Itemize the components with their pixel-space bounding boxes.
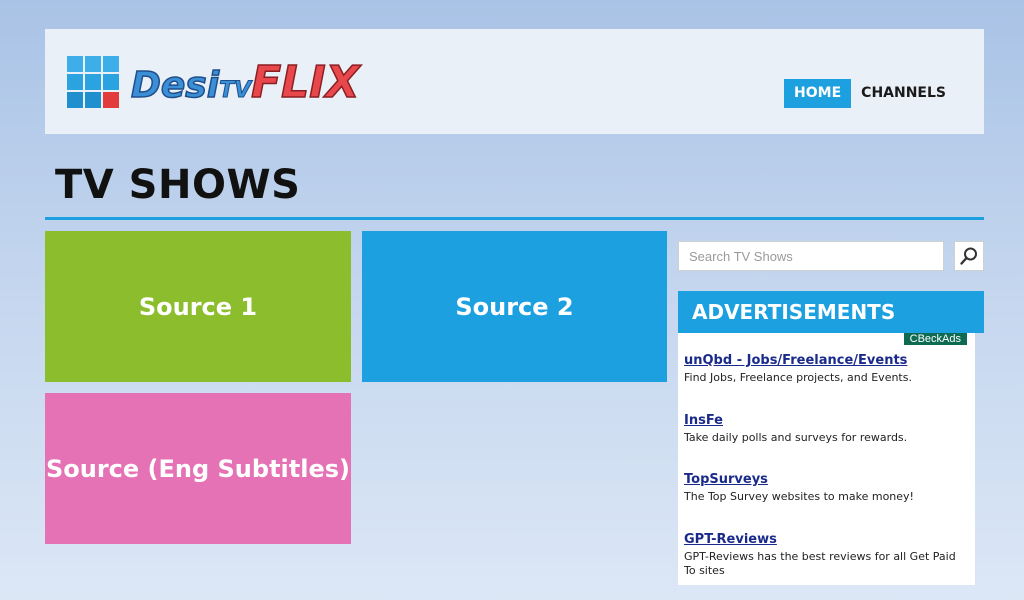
ads-panel: CBeckAds unQbd - Jobs/Freelance/Events F… — [678, 333, 975, 585]
search-button[interactable] — [954, 241, 984, 271]
source-1-tile[interactable]: Source 1 — [45, 231, 351, 382]
advertisements-heading: ADVERTISEMENTS — [678, 291, 984, 333]
ad-item: unQbd - Jobs/Freelance/Events Find Jobs,… — [684, 353, 969, 385]
ad-item: GPT-Reviews GPT-Reviews has the best rev… — [684, 532, 969, 578]
ad-description: GPT-Reviews has the best reviews for all… — [684, 550, 956, 577]
site-header: DesiTVFLIX HOME CHANNELS — [45, 29, 984, 134]
ad-description: Take daily polls and surveys for rewards… — [684, 431, 908, 444]
windows-logo-icon — [67, 56, 121, 110]
brand-wordmark: DesiTVFLIX — [130, 60, 360, 106]
brand-flix: FLIX — [250, 57, 360, 108]
brand-tv: TV — [219, 78, 252, 103]
ad-link-topsurveys[interactable]: TopSurveys — [684, 472, 969, 487]
search-icon — [960, 247, 977, 265]
page-title: TV SHOWS — [55, 162, 301, 208]
ad-provider-badge[interactable]: CBeckAds — [903, 333, 967, 345]
ad-item: InsFe Take daily polls and surveys for r… — [684, 413, 969, 445]
ad-link-unqbd[interactable]: unQbd - Jobs/Freelance/Events — [684, 353, 969, 368]
source-eng-subtitles-tile[interactable]: Source (Eng Subtitles) — [45, 393, 351, 544]
nav-home[interactable]: HOME — [784, 79, 852, 108]
search-input[interactable] — [678, 241, 944, 271]
source-2-tile[interactable]: Source 2 — [362, 231, 667, 382]
brand-desi: Desi — [130, 65, 220, 106]
ad-link-gpt-reviews[interactable]: GPT-Reviews — [684, 532, 969, 547]
ad-description: The Top Survey websites to make money! — [684, 490, 914, 503]
ad-link-insfe[interactable]: InsFe — [684, 413, 969, 428]
site-logo[interactable]: DesiTVFLIX — [67, 53, 360, 113]
nav-channels[interactable]: CHANNELS — [851, 79, 956, 108]
title-divider — [45, 217, 984, 220]
ad-item: TopSurveys The Top Survey websites to ma… — [684, 472, 969, 504]
ad-description: Find Jobs, Freelance projects, and Event… — [684, 371, 912, 384]
main-nav: HOME CHANNELS — [784, 79, 956, 108]
